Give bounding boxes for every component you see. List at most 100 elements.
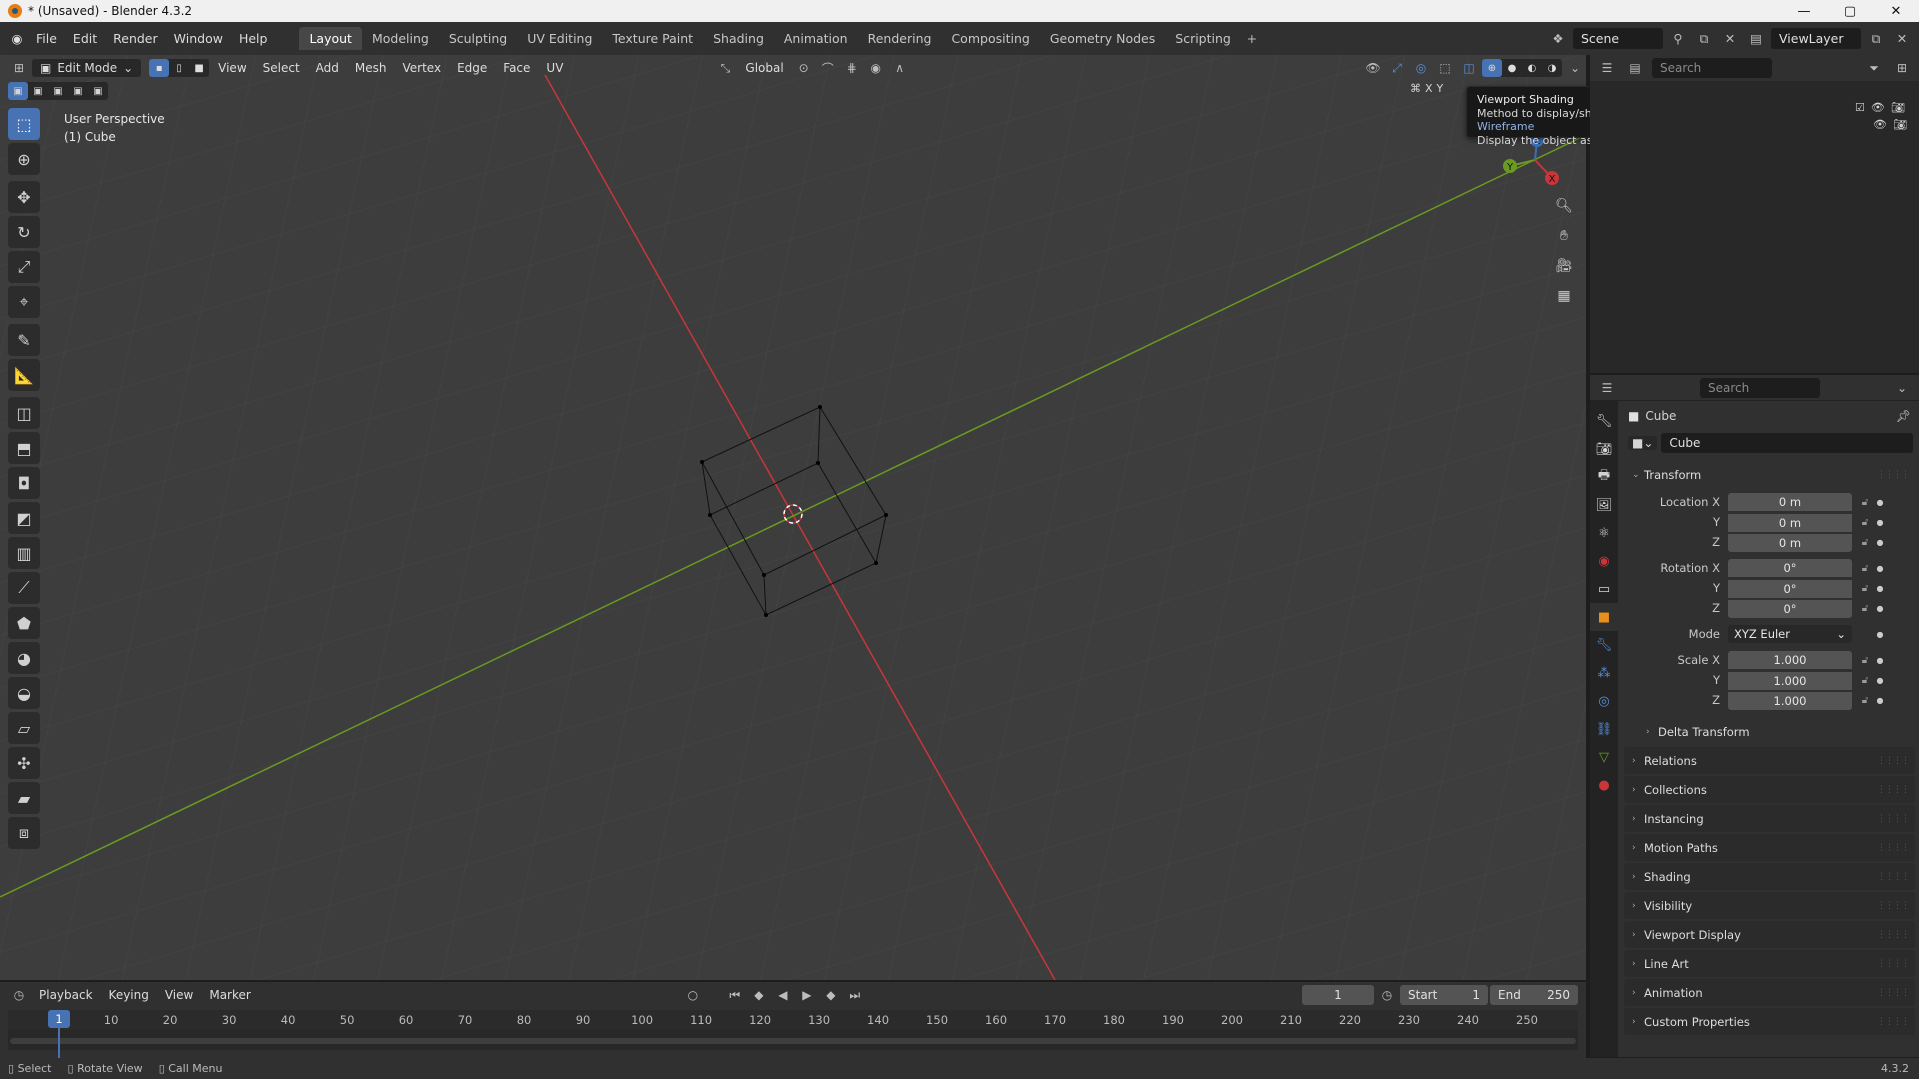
world-tab-icon[interactable]: ◉: [1590, 547, 1618, 575]
mode-selector[interactable]: ▣ Edit Mode ⌄: [32, 59, 142, 77]
timeline-ruler[interactable]: 10 20 30 40 50 60 70 80 90 100 110 120 130 140 150 160 1…: [8, 1010, 1578, 1030]
lock-icon[interactable]: 🔓︎: [1856, 563, 1874, 574]
view-layer-field[interactable]: ViewLayer: [1771, 28, 1861, 49]
drag-grip-icon[interactable]: ⋮⋮⋮⋮: [1877, 470, 1910, 480]
transform-orientation-dropdown[interactable]: Global: [738, 59, 790, 77]
rotation-x-field[interactable]: 0°: [1728, 559, 1852, 577]
rotate-tool[interactable]: ↻: [8, 216, 40, 248]
drag-grip-icon[interactable]: ⋮⋮⋮⋮: [1877, 988, 1910, 998]
constraints-tab-icon[interactable]: ⛓︎: [1590, 715, 1618, 743]
maximize-button[interactable]: ▢: [1827, 4, 1873, 19]
lock-icon[interactable]: 🔓︎: [1856, 537, 1874, 548]
delete-scene-icon[interactable]: ✕: [1719, 29, 1741, 49]
keyframe-dot-icon[interactable]: ●: [1874, 518, 1886, 527]
blender-menu-icon[interactable]: ◉: [6, 29, 28, 49]
camera-view-icon[interactable]: 🎥︎: [1550, 252, 1578, 280]
tool-tab-icon[interactable]: 🔧︎: [1590, 407, 1618, 435]
workspace-tab-layout[interactable]: Layout: [299, 27, 362, 50]
lock-icon[interactable]: 🔓︎: [1856, 603, 1874, 614]
minimize-button[interactable]: —: [1781, 4, 1827, 19]
outliner-editor-type-icon[interactable]: ☰: [1596, 58, 1618, 78]
knife-tool[interactable]: ⟋: [8, 572, 40, 604]
drag-grip-icon[interactable]: ⋮⋮⋮⋮: [1877, 756, 1910, 766]
mirror-y-toggle[interactable]: Y: [1437, 82, 1444, 95]
snap-target-icon[interactable]: ⋕: [841, 58, 863, 78]
measure-tool[interactable]: 📐: [8, 359, 40, 391]
gizmo-toggle-icon[interactable]: ⤢: [1386, 58, 1408, 78]
menu-help[interactable]: Help: [231, 31, 276, 46]
timeline-track[interactable]: [8, 1030, 1578, 1050]
transform-orientation-icon[interactable]: ⤡: [714, 58, 736, 78]
workspace-tab-texture-paint[interactable]: Texture Paint: [602, 27, 703, 50]
object-data-selector-icon[interactable]: ■⌄: [1628, 436, 1658, 450]
annotate-tool[interactable]: ✎: [8, 324, 40, 356]
drag-grip-icon[interactable]: ⋮⋮⋮⋮: [1877, 872, 1910, 882]
eye-icon[interactable]: 👁: [1871, 101, 1885, 114]
vertex-select-icon[interactable]: ▪: [149, 59, 170, 77]
lock-icon[interactable]: 🔓︎: [1856, 517, 1874, 528]
drag-grip-icon[interactable]: ⋮⋮⋮⋮: [1877, 1017, 1910, 1027]
panel-instancing[interactable]: › Instancing ⋮⋮⋮⋮: [1624, 805, 1915, 832]
new-scene-icon[interactable]: ⧉: [1693, 29, 1715, 49]
menu-timeline-view[interactable]: View: [158, 986, 200, 1004]
new-view-layer-icon[interactable]: ⧉: [1865, 29, 1887, 49]
move-tool[interactable]: ✥: [8, 181, 40, 213]
edge-select-icon[interactable]: ▯: [169, 59, 189, 77]
keyframe-dot-icon[interactable]: ●: [1874, 630, 1886, 639]
material-shading-icon[interactable]: ◐: [1522, 59, 1542, 77]
properties-options-icon[interactable]: ⌄: [1891, 378, 1913, 398]
falloff-icon[interactable]: ∧: [889, 58, 911, 78]
menu-view[interactable]: View: [211, 59, 253, 77]
inset-faces-tool[interactable]: ◘: [8, 467, 40, 499]
playhead[interactable]: 1: [48, 1010, 70, 1028]
workspace-tab-animation[interactable]: Animation: [774, 27, 858, 50]
scale-tool[interactable]: ⤢: [8, 251, 40, 283]
menu-marker[interactable]: Marker: [202, 986, 257, 1004]
extrude-region-tool[interactable]: ⬒: [8, 432, 40, 464]
drag-grip-icon[interactable]: ⋮⋮⋮⋮: [1877, 814, 1910, 824]
panel-relations[interactable]: › Relations ⋮⋮⋮⋮: [1624, 747, 1915, 774]
object-tab-icon[interactable]: ■: [1590, 603, 1618, 631]
object-name-field[interactable]: Cube: [1661, 433, 1913, 453]
select-intersect-icon[interactable]: ▣: [88, 82, 108, 100]
location-x-field[interactable]: 0 m: [1728, 493, 1852, 511]
workspace-tab-compositing[interactable]: Compositing: [941, 27, 1039, 50]
select-box-tool[interactable]: ⬚: [8, 108, 40, 140]
scene-tab-icon[interactable]: ⚛: [1590, 519, 1618, 547]
lock-icon[interactable]: 🔓︎: [1856, 675, 1874, 686]
menu-add[interactable]: Add: [309, 59, 346, 77]
menu-mesh[interactable]: Mesh: [348, 59, 394, 77]
scale-z-field[interactable]: 1.000: [1728, 691, 1852, 710]
workspace-tab-scripting[interactable]: Scripting: [1165, 27, 1241, 50]
new-collection-icon[interactable]: ⊞: [1891, 58, 1913, 78]
smooth-tool[interactable]: ◒: [8, 677, 40, 709]
delta-transform-subpanel[interactable]: › Delta Transform: [1638, 718, 1915, 745]
menu-edit[interactable]: Edit: [65, 31, 105, 46]
panel-custom-properties[interactable]: › Custom Properties ⋮⋮⋮⋮: [1624, 1008, 1915, 1035]
mirror-options-icon[interactable]: ⌘: [1410, 82, 1421, 95]
keyframe-dot-icon[interactable]: ●: [1874, 538, 1886, 547]
panel-motion-paths[interactable]: › Motion Paths ⋮⋮⋮⋮: [1624, 834, 1915, 861]
add-workspace-icon[interactable]: +: [1241, 29, 1263, 49]
lock-icon[interactable]: 🔓︎: [1856, 655, 1874, 666]
3d-viewport[interactable]: [0, 55, 1586, 980]
keyframe-dot-icon[interactable]: ●: [1874, 696, 1886, 705]
mirror-x-toggle[interactable]: X: [1425, 82, 1433, 95]
snap-icon[interactable]: ⌒: [817, 58, 839, 78]
collection-tab-icon[interactable]: ▭: [1590, 575, 1618, 603]
panel-shading[interactable]: › Shading ⋮⋮⋮⋮: [1624, 863, 1915, 890]
outliner-search-input[interactable]: Search: [1652, 58, 1772, 78]
keyframe-dot-icon[interactable]: ●: [1874, 676, 1886, 685]
drag-grip-icon[interactable]: ⋮⋮⋮⋮: [1877, 901, 1910, 911]
view-layer-tab-icon[interactable]: 🖼︎: [1590, 491, 1618, 519]
shading-options-icon[interactable]: ⌄: [1564, 58, 1586, 78]
edge-slide-tool[interactable]: ▱: [8, 712, 40, 744]
workspace-tab-uv-editing[interactable]: UV Editing: [517, 27, 602, 50]
menu-edge[interactable]: Edge: [450, 59, 494, 77]
add-cube-tool[interactable]: ◫: [8, 397, 40, 429]
menu-playback[interactable]: Playback: [32, 986, 100, 1004]
jump-end-icon[interactable]: ⏭: [844, 985, 866, 1005]
drag-grip-icon[interactable]: ⋮⋮⋮⋮: [1877, 959, 1910, 969]
drag-grip-icon[interactable]: ⋮⋮⋮⋮: [1877, 930, 1910, 940]
rendered-shading-icon[interactable]: ◑: [1542, 59, 1562, 77]
